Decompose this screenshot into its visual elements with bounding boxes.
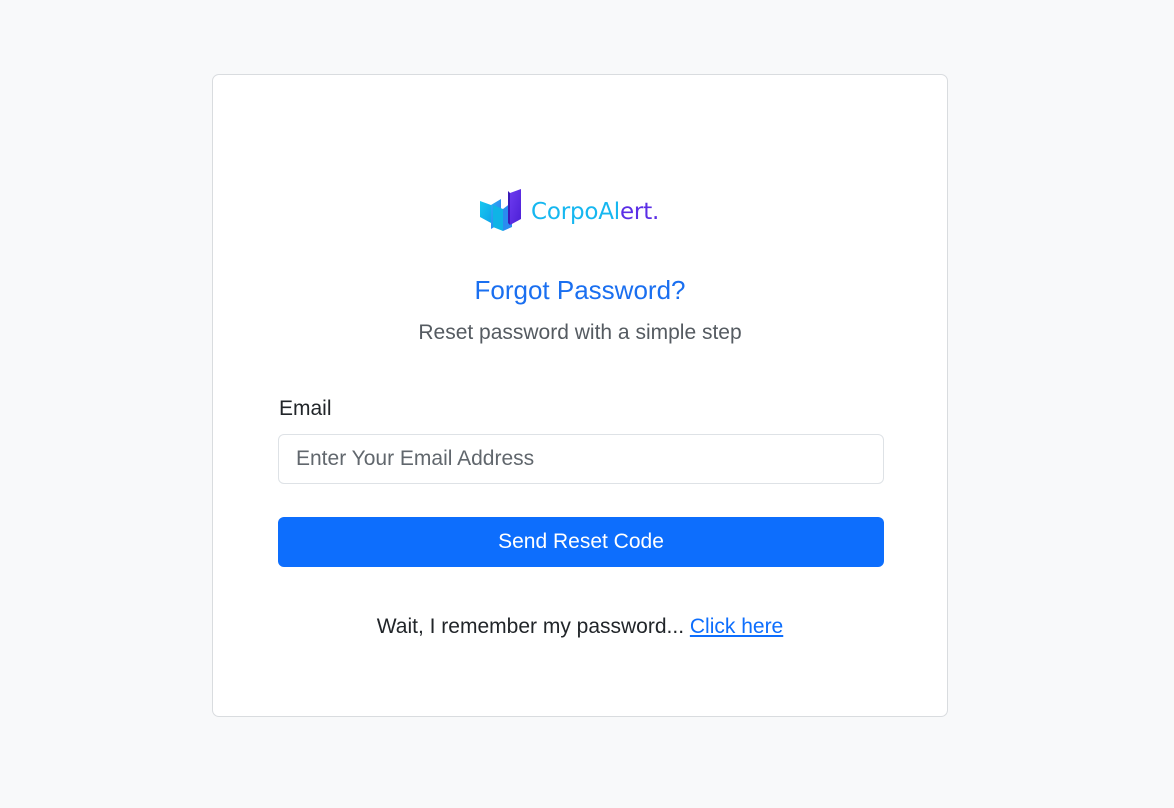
corpoalert-logo-icon (480, 189, 521, 231)
click-here-link[interactable]: Click here (690, 615, 783, 638)
remember-password-text: Wait, I remember my password... (376, 615, 690, 638)
brand-name-part1: CorpoAl (531, 198, 620, 225)
remember-password-prompt: Wait, I remember my password... Click he… (213, 613, 947, 641)
page-title: Forgot Password? (474, 275, 686, 305)
brand-name-part2: ert. (619, 198, 660, 225)
email-input[interactable] (278, 434, 884, 484)
brand-logo: CorpoAlert. (479, 187, 659, 235)
email-label: Email (279, 397, 332, 420)
brand-name: CorpoAlert. (531, 199, 659, 224)
forgot-password-card: CorpoAlert. Forgot Password? Reset passw… (212, 74, 948, 717)
page-subtitle: Reset password with a simple step (418, 321, 742, 344)
send-reset-code-button[interactable]: Send Reset Code (278, 517, 884, 567)
